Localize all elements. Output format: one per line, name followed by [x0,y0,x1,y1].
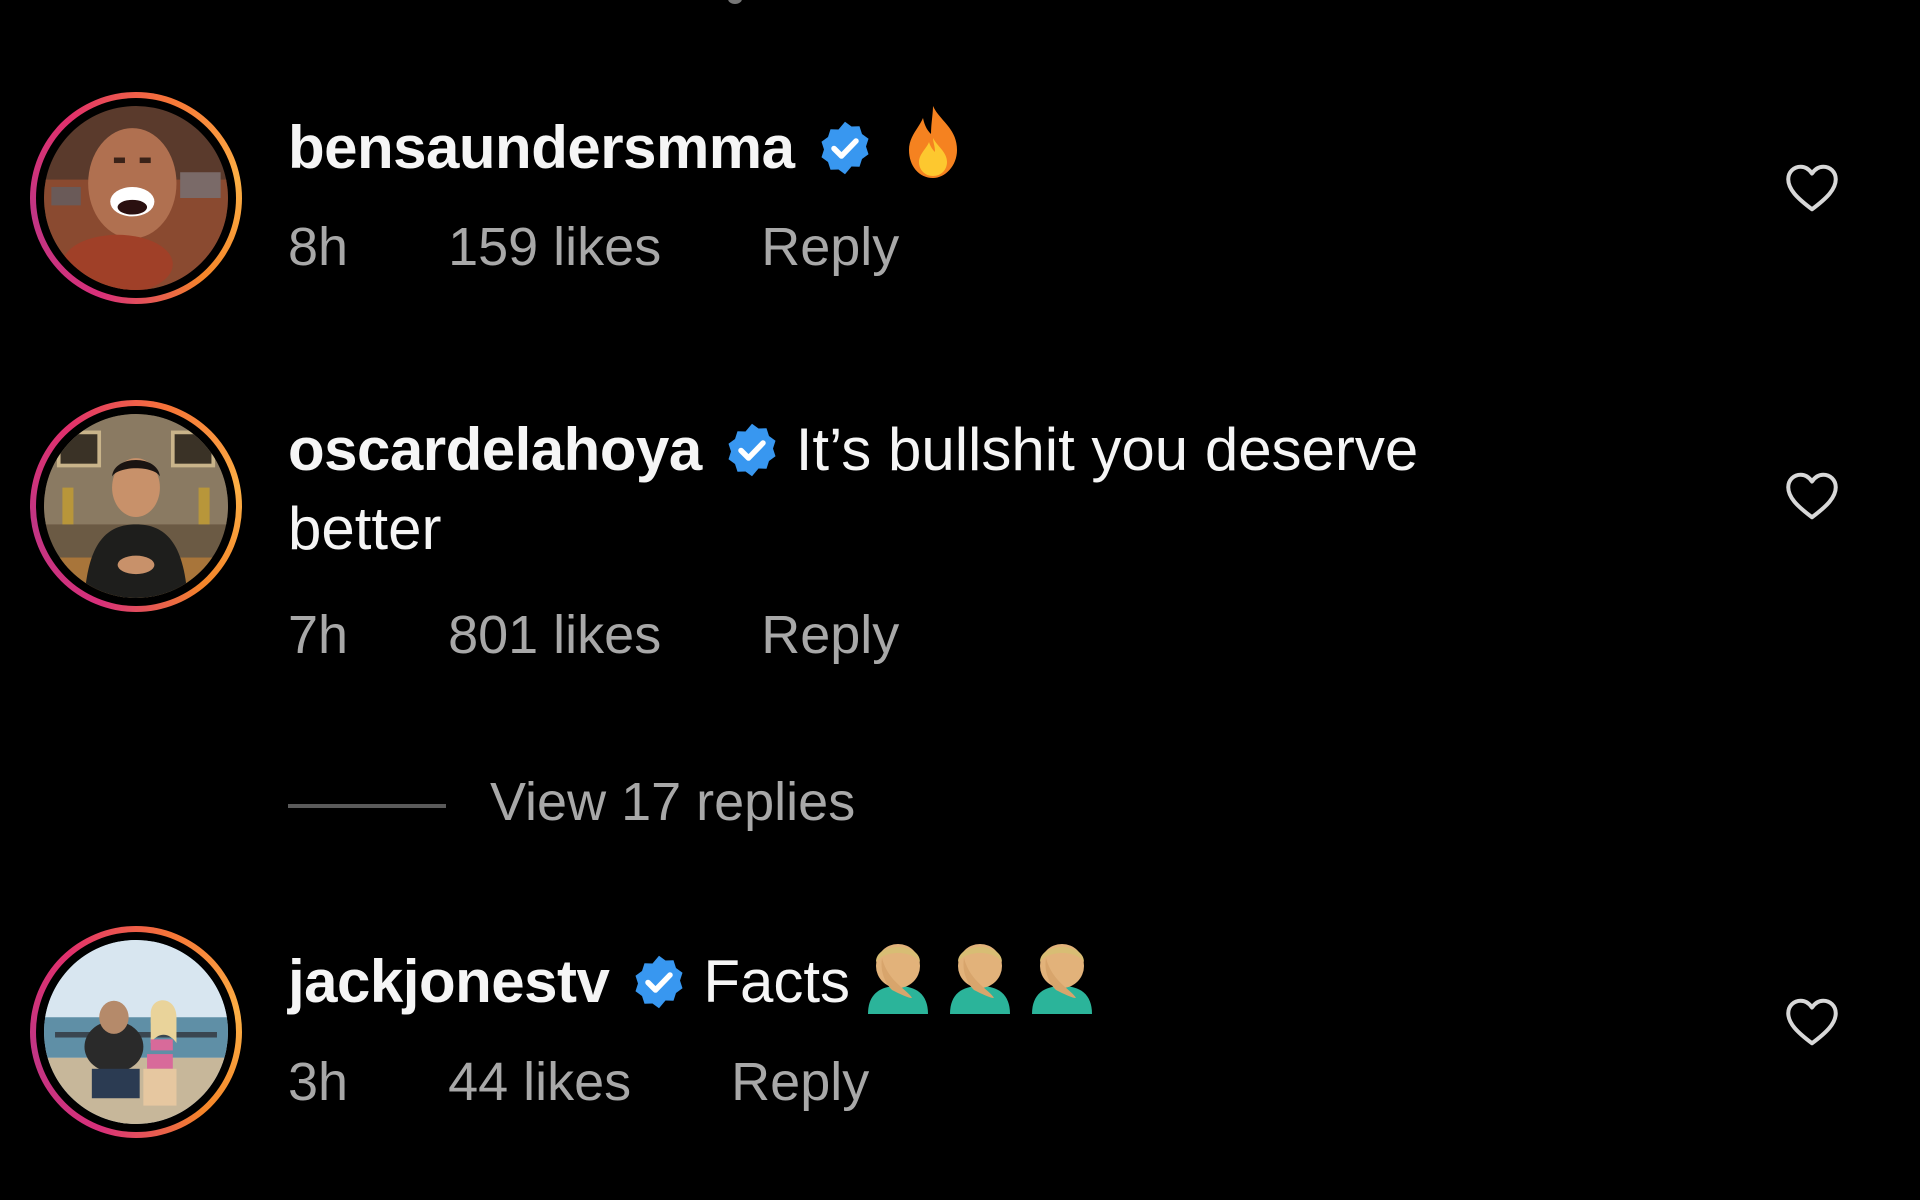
reply-button[interactable]: Reply [761,603,899,667]
verified-badge-icon [635,955,683,1009]
avatar-image [44,106,228,290]
avatar[interactable] [44,414,228,598]
avatar-story-ring[interactable] [30,92,242,304]
comment-username[interactable]: bensaundersmma [288,114,795,181]
comment-text: Facts [703,948,851,1015]
reply-button[interactable]: Reply [731,1050,869,1114]
verified-badge-icon [821,121,869,175]
comment-time: 8h [288,217,349,277]
heart-outline-icon[interactable] [1782,158,1842,218]
avatar-story-ring[interactable] [30,926,242,1138]
view-replies-label: View 17 replies [490,772,856,832]
avatar-story-ring[interactable] [30,400,242,612]
comment-text: It’s bullshit you deserve [795,416,1419,483]
comment-likes[interactable]: 159 likes [448,215,661,279]
facepalm-emoji-icon [950,944,1011,1014]
view-replies-divider [288,803,446,808]
comment-likes[interactable]: 44 likes [448,1050,631,1114]
comment-username[interactable]: oscardelahoya [288,416,702,483]
avatar-image [44,414,228,598]
view-replies-button[interactable]: View 17 replies [288,770,855,834]
comment-time: 3h [288,1052,349,1112]
comment-text-continued: better [288,495,442,562]
comment-time: 7h [288,605,349,665]
comment-likes[interactable]: 801 likes [448,603,661,667]
avatar-image [44,940,228,1124]
heart-outline-icon[interactable] [1782,466,1842,526]
heart-outline-icon[interactable] [1782,992,1842,1052]
fire-emoji-icon [908,106,957,178]
facepalm-emoji-icon [1032,944,1093,1014]
scroll-indicator [728,0,742,4]
reply-button[interactable]: Reply [761,215,899,279]
avatar[interactable] [44,106,228,290]
comment-username[interactable]: jackjonestv [288,948,610,1015]
verified-badge-icon [728,423,776,477]
avatar[interactable] [44,940,228,1124]
facepalm-emoji-icon [868,944,929,1014]
